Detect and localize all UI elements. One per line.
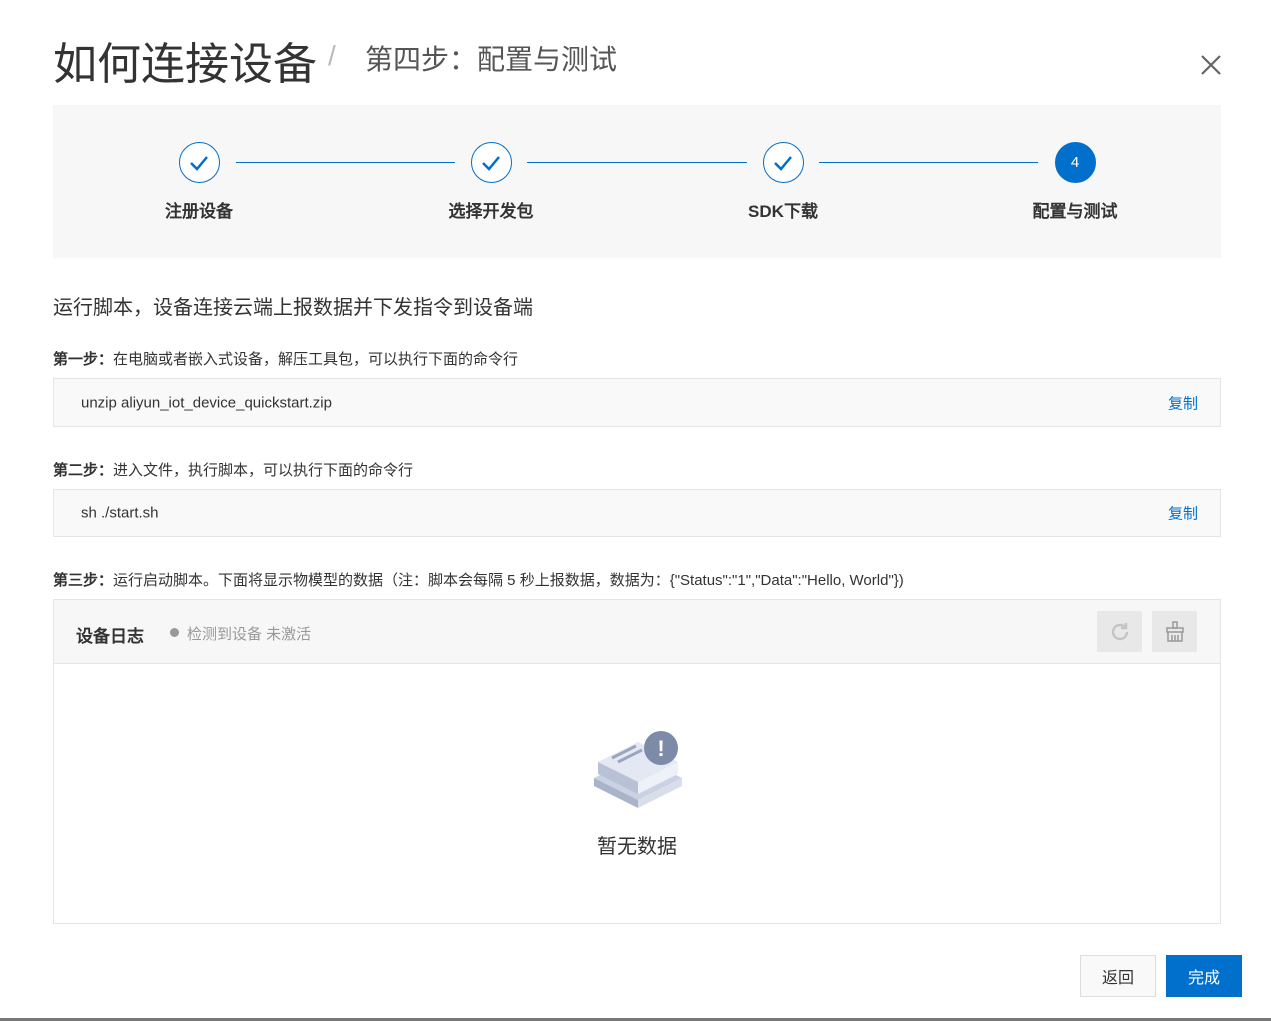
step-config-test: 4 配置与测试	[995, 142, 1155, 222]
check-icon	[762, 142, 804, 183]
empty-data-icon: !	[594, 731, 682, 808]
title-separator: /	[328, 40, 336, 71]
dialog-title: 如何连接设备	[53, 40, 317, 89]
step-label: 注册设备	[165, 202, 233, 221]
step3-label: 第三步：运行启动脚本。下面将显示物模型的数据（注：脚本会每隔 5 秒上报数据，数…	[53, 569, 904, 590]
close-button[interactable]	[1196, 50, 1226, 80]
stepper: 注册设备 选择开发包 SDK下载 4 配置与测试	[53, 105, 1221, 258]
status-dot-icon	[170, 628, 179, 637]
step-select-package: 选择开发包	[411, 142, 571, 222]
step2-label: 第二步：进入文件，执行脚本，可以执行下面的命令行	[53, 459, 413, 480]
step-sdk-download: SDK下载	[703, 142, 863, 222]
device-status: 检测到设备 未激活	[187, 626, 312, 643]
copy-step1-button[interactable]: 复制	[1168, 392, 1198, 413]
step2-text: 进入文件，执行脚本，可以执行下面的命令行	[113, 462, 414, 479]
step2-command: sh ./start.sh	[81, 504, 159, 522]
device-log-header: 设备日志 检测到设备 未激活	[54, 600, 1220, 664]
check-icon	[470, 142, 512, 183]
section-heading: 运行脚本，设备连接云端上报数据并下发指令到设备端	[53, 297, 533, 319]
step-register-device: 注册设备	[119, 142, 279, 222]
step-label: 配置与测试	[1032, 202, 1118, 221]
step1-command-box: unzip aliyun_iot_device_quickstart.zip 复…	[53, 378, 1221, 427]
step-label: 选择开发包	[448, 202, 534, 221]
step1-prefix: 第一步：	[53, 351, 114, 368]
svg-text:!: !	[657, 736, 664, 761]
step2-prefix: 第二步：	[53, 462, 114, 479]
refresh-icon	[1111, 622, 1128, 640]
step3-prefix: 第三步：	[53, 572, 114, 589]
broom-icon	[1165, 620, 1184, 642]
device-log-title: 设备日志	[76, 627, 144, 646]
device-log-panel: 设备日志 检测到设备 未激活 ! 暂无数据	[53, 599, 1221, 924]
dialog-subtitle: 第四步：配置与测试	[365, 44, 618, 75]
step-number: 4	[1054, 142, 1096, 183]
refresh-button[interactable]	[1097, 611, 1142, 652]
step1-text: 在电脑或者嵌入式设备，解压工具包，可以执行下面的命令行	[113, 351, 519, 368]
step2-command-box: sh ./start.sh 复制	[53, 489, 1221, 537]
step-label: SDK下载	[748, 202, 818, 221]
clear-button[interactable]	[1152, 611, 1197, 652]
close-icon	[1201, 55, 1221, 75]
step1-command: unzip aliyun_iot_device_quickstart.zip	[81, 394, 332, 411]
step1-label: 第一步：在电脑或者嵌入式设备，解压工具包，可以执行下面的命令行	[53, 348, 518, 369]
check-icon	[178, 142, 220, 183]
back-button[interactable]: 返回	[1080, 955, 1156, 997]
done-button[interactable]: 完成	[1166, 955, 1242, 997]
step3-text: 运行启动脚本。下面将显示物模型的数据（注：脚本会每隔 5 秒上报数据，数据为：{…	[113, 572, 904, 589]
empty-message: 暂无数据	[597, 836, 677, 858]
copy-step2-button[interactable]: 复制	[1168, 503, 1198, 524]
